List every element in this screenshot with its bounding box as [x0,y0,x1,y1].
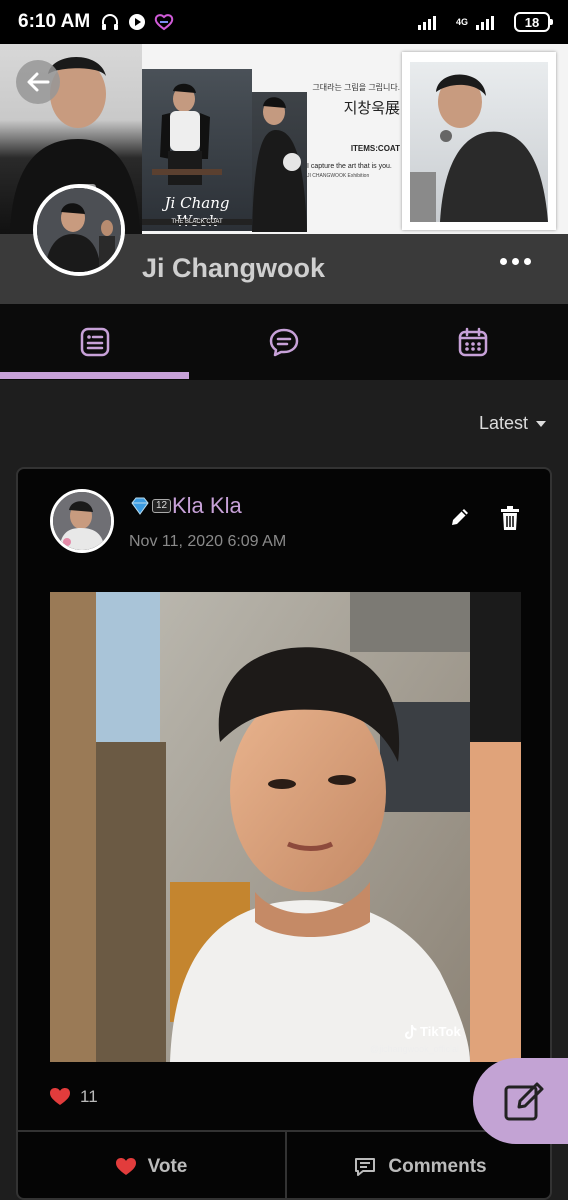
app-screen: 6:10 AM 4G 18 Ji Chang THE BLACK COAT 그대… [0,0,568,1200]
heart-link-icon [154,13,174,31]
tiktok-label: TikTok [420,1024,461,1039]
back-button[interactable] [16,60,60,104]
pencil-icon [452,509,468,525]
more-options-icon[interactable] [500,258,531,265]
trash-icon [501,506,519,530]
sort-label: Latest [478,413,528,433]
author-avatar[interactable] [50,489,114,553]
cover-text-block: 그대라는 그림을 그립니다. 지창욱展 ITEMS:COAT I capture… [307,74,400,204]
status-time: 6:10 AM [18,11,91,32]
community-title: Ji Changwook [142,253,326,283]
tab-posts[interactable] [0,304,189,380]
tab-chat[interactable] [189,304,378,380]
status-bar: 6:10 AM 4G 18 [0,0,568,44]
level-badge: 12 [130,497,172,515]
calendar-icon [459,327,488,357]
cover-capture: I capture the art that is you. [307,163,392,170]
cover-items: ITEMS:COAT [350,144,400,153]
cover-photo-2: Ji Chang Wook THE BLACK COAT [142,69,252,231]
post-card[interactable]: 12 Kla Kla Nov 11, 2020 6:09 AM TikTok @… [16,467,552,1200]
active-tab-indicator [0,372,189,379]
cover-korean-title: 지창욱展 [343,99,400,117]
cover-photo-3 [252,92,307,232]
caret-down-icon [536,420,546,427]
arrow-left-icon [27,72,50,92]
battery-icon: 18 [514,12,553,32]
tiktok-watermark: TikTok [405,1024,461,1039]
heart-icon [50,1088,70,1105]
compose-post-button[interactable] [473,1058,568,1144]
tab-bar [0,304,568,380]
compose-icon [504,1082,544,1121]
level-number: 12 [152,499,172,513]
post-date: Nov 11, 2020 6:09 AM [129,533,287,550]
delete-button[interactable] [498,505,522,536]
heart-icon [115,1158,136,1175]
status-right: 4G 18 [417,12,553,32]
network-type: 4G [455,16,468,27]
like-count[interactable]: 11 [50,1087,98,1107]
tiktok-handle: @jichangwook_official [370,1044,460,1054]
cover-korean-line: 그대라는 그림을 그립니다. [312,83,400,92]
community-avatar[interactable] [33,184,125,276]
posts-icon [80,327,109,357]
post-actions: Vote Comments [18,1130,550,1198]
cover-caption: THE BLACK COAT [142,219,252,225]
cover-exhibition: JI CHANGWOOK Exhibition [307,173,370,179]
signal-icon [417,14,440,30]
tiktok-icon [405,1024,417,1039]
comments-label: Comments [388,1156,487,1177]
tab-calendar[interactable] [379,304,568,380]
diamond-badge-icon [131,497,149,515]
sort-dropdown[interactable]: Latest [479,413,546,434]
edit-button[interactable] [448,505,472,534]
battery-level: 18 [524,14,540,30]
post-video-thumbnail[interactable]: TikTok @jichangwook_official [50,592,521,1062]
play-icon [128,13,146,31]
vote-button[interactable]: Vote [18,1132,285,1198]
signal-icon-2 [476,14,498,30]
cover-photo-4 [402,52,556,230]
vote-label: Vote [147,1156,188,1177]
author-name[interactable]: Kla Kla [172,493,242,519]
comment-icon [355,1158,376,1176]
likes-number: 11 [80,1087,98,1106]
chat-icon [269,328,299,357]
headphones-icon [100,13,120,31]
